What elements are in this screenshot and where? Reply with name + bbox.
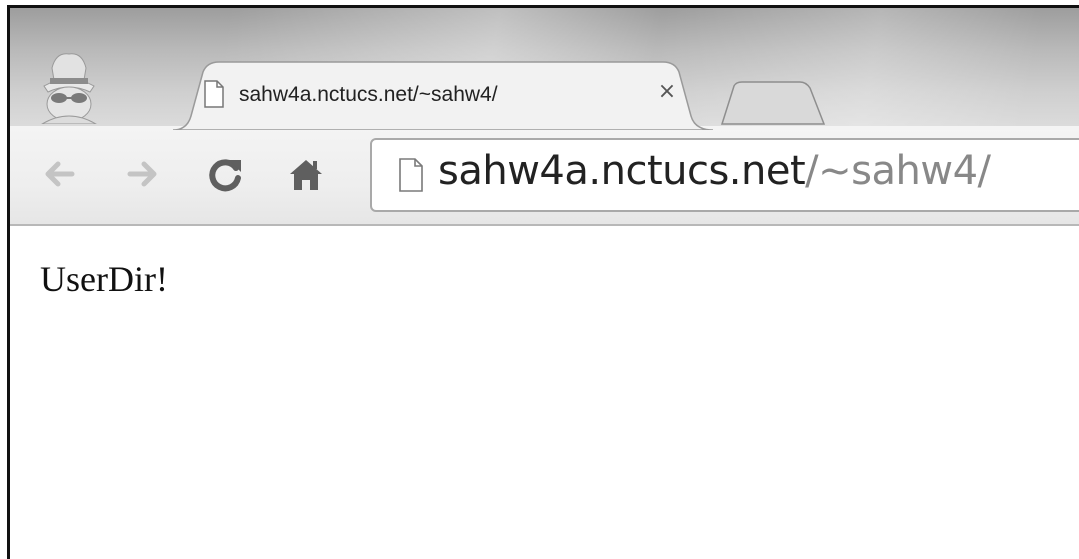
- tab-title: sahw4a.nctucs.net/~sahw4/: [239, 83, 498, 106]
- tab-active[interactable]: sahw4a.nctucs.net/~sahw4/ ×: [173, 60, 713, 130]
- browser-window: sahw4a.nctucs.net/~sahw4/ × sahw4a.nctuc…: [7, 5, 1079, 559]
- page-body-text: UserDir!: [40, 259, 168, 299]
- address-bar[interactable]: sahw4a.nctucs.net/~sahw4/: [370, 138, 1079, 212]
- forward-arrow-icon[interactable]: [122, 154, 162, 194]
- title-bar: sahw4a.nctucs.net/~sahw4/ ×: [10, 8, 1079, 130]
- page-icon: [204, 80, 224, 108]
- tab-close-button[interactable]: ×: [653, 78, 681, 106]
- toolbar: sahw4a.nctucs.net/~sahw4/: [10, 126, 1079, 226]
- back-arrow-icon[interactable]: [40, 154, 80, 194]
- reload-icon[interactable]: [205, 154, 245, 194]
- home-icon[interactable]: [286, 154, 326, 194]
- new-tab-button[interactable]: [718, 80, 828, 126]
- page-icon: [399, 158, 423, 192]
- url-path: /~sahw4/: [805, 148, 991, 194]
- address-url: sahw4a.nctucs.net/~sahw4/: [438, 148, 991, 194]
- incognito-icon: [41, 53, 97, 124]
- page-content: UserDir!: [10, 226, 1079, 559]
- url-host: sahw4a.nctucs.net: [438, 148, 806, 194]
